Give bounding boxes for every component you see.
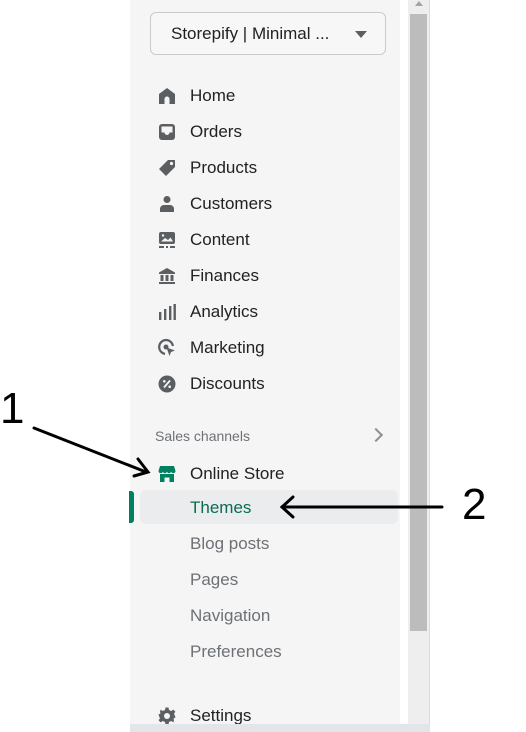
active-item-indicator [129,491,134,523]
sub-item-pages[interactable]: Pages [190,570,238,590]
nav-label: Customers [190,194,273,213]
image-content-icon [156,229,178,251]
target-cursor-icon [156,337,178,359]
annotation-number-1: 1 [0,384,25,433]
bank-icon [156,265,178,287]
nav-item-customers[interactable]: Customers [156,190,272,218]
nav-label: Home [190,86,236,105]
bar-chart-icon [156,301,178,323]
storefront-icon [156,463,178,485]
nav-label: Content [190,230,250,249]
nav-label: Marketing [190,338,265,357]
nav-item-products[interactable]: Products [156,154,257,182]
nav-label: Orders [190,122,242,141]
sub-item-blog-posts[interactable]: Blog posts [190,534,269,554]
home-icon [156,85,178,107]
scroll-up-arrow-icon[interactable] [415,1,423,6]
nav-item-content[interactable]: Content [156,226,250,254]
sales-channels-header[interactable]: Sales channels [155,427,385,448]
annotation-number-2: 2 [462,480,487,529]
active-item-highlight [140,490,398,524]
nav-label: Discounts [190,374,265,393]
nav-item-online-store[interactable]: Online Store [156,460,285,488]
store-selector-label: Storepify | Minimal ... [171,23,330,43]
bottom-edge [130,724,430,732]
sub-item-themes[interactable]: Themes [190,498,251,518]
nav-item-marketing[interactable]: Marketing [156,334,265,362]
store-selector-dropdown[interactable]: Storepify | Minimal ... [150,12,386,55]
nav-item-analytics[interactable]: Analytics [156,298,258,326]
sub-item-preferences[interactable]: Preferences [190,642,282,662]
nav-label: Finances [190,266,259,285]
nav-label: Settings [190,706,252,725]
nav-label: Online Store [190,464,285,483]
chevron-right-icon [368,427,384,443]
person-icon [156,193,178,215]
nav-label: Products [190,158,258,177]
nav-item-discounts[interactable]: Discounts [156,370,265,398]
nav-item-orders[interactable]: Orders [156,118,242,146]
nav-item-home[interactable]: Home [156,82,235,110]
sidebar-scrollbar[interactable] [408,0,430,724]
discount-badge-icon [156,373,178,395]
sales-channels-heading: Sales channels [155,428,250,444]
nav-label: Analytics [190,302,259,321]
inbox-icon [156,121,178,143]
tag-icon [156,157,178,179]
scrollbar-thumb[interactable] [410,14,427,631]
caret-down-icon [355,31,367,38]
sub-item-navigation[interactable]: Navigation [190,606,270,626]
nav-item-finances[interactable]: Finances [156,262,259,290]
